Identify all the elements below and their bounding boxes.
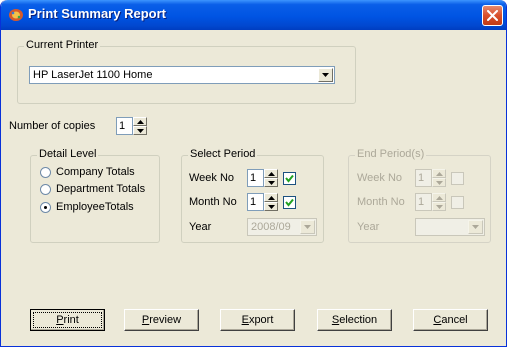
print-button[interactable]: Print (30, 309, 105, 331)
radio-button[interactable] (40, 202, 51, 213)
select-week-up-button[interactable] (264, 169, 278, 178)
detail-level-group: Detail Level Company Totals Department T… (30, 148, 160, 243)
select-month-spinner[interactable] (264, 193, 278, 211)
end-year-select[interactable] (415, 218, 485, 236)
copies-label: Number of copies (9, 120, 96, 132)
select-period-group: Select Period Week No 1 Month No 1 Year … (181, 148, 324, 243)
arrow-up-icon (268, 172, 275, 176)
end-month-label: Month No (357, 196, 405, 208)
arrow-up-icon (268, 196, 275, 200)
checkmark-icon (285, 174, 294, 183)
end-year-label: Year (357, 221, 380, 233)
printer-dropdown-button[interactable] (318, 68, 333, 82)
end-month-up-button[interactable] (432, 193, 446, 202)
radio-button[interactable] (40, 167, 51, 178)
copies-up-button[interactable] (133, 117, 147, 126)
select-week-value: 1 (250, 172, 257, 184)
detail-level-legend: Detail Level (37, 148, 99, 160)
cancel-button[interactable]: Cancel (413, 309, 488, 331)
arrow-up-icon (436, 172, 443, 176)
preview-button[interactable]: Preview (124, 309, 199, 331)
select-week-down-button[interactable] (264, 178, 278, 187)
arrow-down-icon (436, 205, 443, 209)
end-period-legend: End Period(s) (355, 148, 427, 160)
copies-down-button[interactable] (133, 126, 147, 135)
cancel-button-rest: ancel (441, 314, 468, 326)
select-week-spinner[interactable] (264, 169, 278, 187)
end-month-down-button[interactable] (432, 202, 446, 211)
printer-select-value: HP LaserJet 1100 Home (33, 69, 153, 81)
end-month-value: 1 (418, 196, 425, 208)
copies-input[interactable]: 1 (116, 117, 133, 135)
radio-label: Company Totals (56, 166, 135, 178)
copies-spinner[interactable] (133, 117, 147, 135)
print-button-accel: P (56, 314, 64, 326)
print-summary-dialog: Print Summary Report Current Printer HP … (0, 0, 507, 347)
select-month-input[interactable]: 1 (247, 193, 264, 211)
arrow-down-icon (436, 181, 443, 185)
export-button[interactable]: Export (220, 309, 295, 331)
chevron-down-icon (322, 73, 329, 77)
preview-button-rest: review (149, 314, 182, 326)
export-button-rest: xport (248, 314, 274, 326)
end-week-input[interactable]: 1 (415, 169, 432, 187)
end-month-input[interactable]: 1 (415, 193, 432, 211)
end-week-checkbox[interactable] (451, 172, 464, 185)
end-week-spinner[interactable] (432, 169, 446, 187)
end-month-spinner[interactable] (432, 193, 446, 211)
arrow-down-icon (137, 129, 144, 133)
end-week-label: Week No (357, 172, 403, 184)
select-week-label: Week No (189, 172, 235, 184)
end-week-up-button[interactable] (432, 169, 446, 178)
select-year-select[interactable]: 2008/09 (247, 218, 317, 236)
select-week-checkbox[interactable] (283, 172, 296, 185)
checkmark-icon (285, 198, 294, 207)
end-year-dropdown-button[interactable] (468, 220, 483, 234)
select-year-label: Year (189, 221, 212, 233)
print-button-rest: rint (63, 314, 79, 326)
radio-label: Department Totals (56, 183, 146, 195)
app-icon (8, 8, 24, 22)
end-week-value: 1 (418, 172, 425, 184)
current-printer-legend: Current Printer (24, 39, 101, 51)
chevron-down-icon (304, 225, 311, 229)
select-year-dropdown-button[interactable] (300, 220, 315, 234)
close-icon (487, 10, 498, 21)
end-month-checkbox[interactable] (451, 196, 464, 209)
printer-select[interactable]: HP LaserJet 1100 Home (29, 66, 335, 84)
select-month-checkbox[interactable] (283, 196, 296, 209)
current-printer-group: Current Printer HP LaserJet 1100 Home (17, 39, 356, 104)
select-period-legend: Select Period (188, 148, 258, 160)
radio-button[interactable] (40, 184, 51, 195)
select-year-value: 2008/09 (251, 221, 291, 233)
selection-button-rest: election (339, 314, 378, 326)
chevron-down-icon (472, 225, 479, 229)
radio-label: EmployeeTotals (56, 201, 134, 213)
close-button[interactable] (482, 5, 503, 26)
window-title: Print Summary Report (28, 6, 166, 21)
arrow-down-icon (268, 181, 275, 185)
select-month-label: Month No (189, 196, 237, 208)
select-month-up-button[interactable] (264, 193, 278, 202)
copies-value: 1 (119, 120, 126, 132)
end-period-group: End Period(s) Week No 1 Month No 1 Year (348, 148, 491, 243)
export-button-accel: E (241, 314, 249, 326)
title-bar[interactable]: Print Summary Report (1, 0, 506, 30)
selection-button[interactable]: Selection (317, 309, 392, 331)
arrow-up-icon (436, 196, 443, 200)
select-week-input[interactable]: 1 (247, 169, 264, 187)
select-month-value: 1 (250, 196, 257, 208)
select-month-down-button[interactable] (264, 202, 278, 211)
arrow-up-icon (137, 120, 144, 124)
arrow-down-icon (268, 205, 275, 209)
end-week-down-button[interactable] (432, 178, 446, 187)
